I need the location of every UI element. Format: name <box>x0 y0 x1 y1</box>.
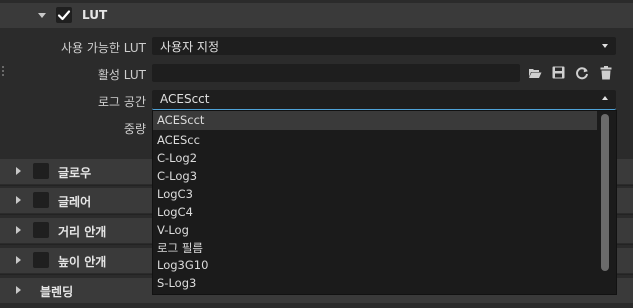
dropdown-option[interactable]: C-Log3 <box>153 167 597 186</box>
dropdown-option[interactable]: ACEScc <box>153 131 597 150</box>
expand-arrow-icon[interactable] <box>16 167 21 175</box>
expand-arrow-icon[interactable] <box>16 196 21 204</box>
dropdown-option[interactable]: LogC3 <box>153 185 597 204</box>
section-title: 글레어 <box>58 195 92 209</box>
expand-arrow-icon[interactable] <box>16 286 21 294</box>
available-lut-dropdown[interactable]: 사용자 지정 <box>152 37 616 55</box>
glare-checkbox[interactable] <box>33 192 49 208</box>
lut-section-title: LUT <box>82 8 108 22</box>
dropdown-option[interactable]: Log3G10 <box>153 256 597 275</box>
log-space-options-list[interactable]: ACEScct ACEScc C-Log2 C-Log3 LogC3 LogC4… <box>152 110 617 295</box>
chevron-up-icon <box>602 96 608 100</box>
trash-icon[interactable] <box>600 66 612 80</box>
save-icon[interactable] <box>552 66 565 79</box>
section-title: 블렌딩 <box>40 285 74 299</box>
checkmark-icon <box>57 10 71 21</box>
section-title: 높이 안개 <box>58 255 107 269</box>
chevron-down-icon <box>602 44 608 48</box>
dropdown-option[interactable]: ACEScct <box>153 111 597 130</box>
dropdown-scrollbar[interactable] <box>601 114 609 271</box>
log-space-dropdown[interactable]: ACEScct <box>152 90 616 110</box>
resize-grip[interactable] <box>2 66 4 78</box>
dropdown-option[interactable]: C-Log2 <box>153 149 597 168</box>
lut-section-header[interactable]: LUT <box>0 3 633 28</box>
log-space-label: 로그 공간 <box>98 95 146 109</box>
expand-arrow-icon[interactable] <box>16 256 21 264</box>
expand-arrow-icon[interactable] <box>38 13 46 18</box>
section-title: 거리 안개 <box>58 225 107 239</box>
expand-arrow-icon[interactable] <box>16 226 21 234</box>
lut-enable-checkbox[interactable] <box>56 7 72 23</box>
dropdown-option[interactable]: S-Log3 <box>153 274 597 293</box>
available-lut-value: 사용자 지정 <box>160 40 220 54</box>
section-title: 글로우 <box>58 166 92 180</box>
height-fog-checkbox[interactable] <box>33 252 49 268</box>
refresh-icon[interactable] <box>575 66 589 80</box>
active-lut-field[interactable] <box>152 64 520 82</box>
dropdown-option[interactable]: 로그 필름 <box>153 238 597 257</box>
available-lut-label: 사용 가능한 LUT <box>60 41 146 55</box>
distance-fog-checkbox[interactable] <box>33 222 49 238</box>
glow-checkbox[interactable] <box>33 163 49 179</box>
log-space-value: ACEScct <box>160 92 210 106</box>
folder-open-icon[interactable] <box>528 67 542 79</box>
intensity-label: 중량 <box>123 122 146 136</box>
active-lut-label: 활성 LUT <box>97 68 146 82</box>
dropdown-option[interactable]: LogC4 <box>153 203 597 222</box>
